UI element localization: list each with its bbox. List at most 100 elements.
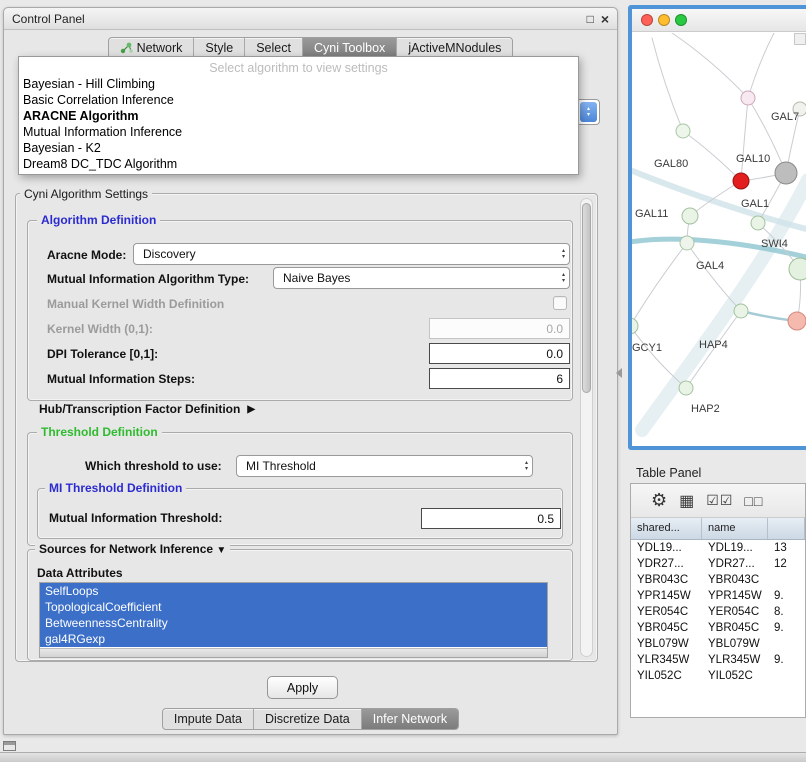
table-row[interactable]: YDL19...YDL19...13	[631, 540, 805, 556]
manual-kernel-width-checkbox[interactable]	[553, 296, 567, 310]
table-cell[interactable]: YBR043C	[702, 572, 768, 588]
network-node[interactable]	[751, 216, 765, 230]
which-threshold-combo[interactable]: MI Threshold ▴▾	[236, 455, 533, 477]
hub-definition-toggle[interactable]: Hub/Transcription Factor Definition ▶	[39, 402, 255, 416]
algorithm-option[interactable]: Dream8 DC_TDC Algorithm	[19, 156, 578, 172]
network-node[interactable]	[676, 124, 690, 138]
column-header[interactable]: name	[702, 518, 768, 539]
tab-impute-data[interactable]: Impute Data	[163, 709, 254, 729]
zoom-traffic-light[interactable]	[675, 14, 687, 26]
table-cell[interactable]: 9.	[768, 588, 805, 604]
table-cell[interactable]	[768, 668, 805, 684]
settings-scrollbar[interactable]	[580, 198, 593, 657]
network-node[interactable]	[733, 173, 749, 189]
table-row[interactable]: YDR27...YDR27...12	[631, 556, 805, 572]
minimized-panel-icon[interactable]	[3, 741, 16, 751]
hide-columns-icon[interactable]: □□	[744, 493, 763, 509]
network-node[interactable]	[775, 162, 797, 184]
show-checked-columns-icon[interactable]: ☑☑	[706, 492, 733, 509]
settings-gear-icon[interactable]: ⚙	[651, 490, 668, 511]
tab-discretize-data[interactable]: Discretize Data	[254, 709, 362, 729]
mi-threshold-input[interactable]	[421, 508, 561, 529]
algorithm-option[interactable]: Basic Correlation Inference	[19, 92, 578, 108]
table-cell[interactable]: YBR045C	[702, 620, 768, 636]
network-edge[interactable]	[741, 98, 748, 181]
control-panel-titlebar[interactable]: Control Panel □×	[4, 8, 617, 30]
table-row[interactable]: YPR145WYPR145W9.	[631, 588, 805, 604]
table-cell[interactable]: YPR145W	[631, 588, 702, 604]
table-cell[interactable]: YDL19...	[631, 540, 702, 556]
table-cell[interactable]: 8.	[768, 604, 805, 620]
network-window-titlebar[interactable]	[632, 9, 806, 32]
sources-group-title[interactable]: Sources for Network Inference ▼	[35, 542, 230, 556]
table-cell[interactable]: YER054C	[702, 604, 768, 620]
table-cell[interactable]: YER054C	[631, 604, 702, 620]
network-edge[interactable]	[748, 33, 774, 98]
table-cell[interactable]: YPR145W	[702, 588, 768, 604]
network-node[interactable]	[788, 312, 806, 330]
table-cell[interactable]: YBL079W	[702, 636, 768, 652]
column-chooser-icon[interactable]: ▦	[679, 491, 695, 511]
dpi-tolerance-input[interactable]	[429, 343, 570, 364]
network-node[interactable]	[682, 208, 698, 224]
table-row[interactable]: YBR043CYBR043C	[631, 572, 805, 588]
network-edge[interactable]	[632, 243, 687, 326]
table-cell[interactable]: YBR043C	[631, 572, 702, 588]
tab-infer-network[interactable]: Infer Network	[362, 709, 458, 729]
column-header[interactable]	[768, 518, 805, 539]
table-cell[interactable]: YIL052C	[702, 668, 768, 684]
table-cell[interactable]: YDR27...	[702, 556, 768, 572]
table-cell[interactable]: YBR045C	[631, 620, 702, 636]
algorithm-option[interactable]: ARACNE Algorithm	[19, 108, 578, 124]
table-cell[interactable]: 9.	[768, 620, 805, 636]
attribute-item[interactable]: SelfLoops	[40, 583, 547, 599]
table-row[interactable]: YIL052CYIL052C	[631, 668, 805, 684]
network-node[interactable]	[679, 381, 693, 395]
table-row[interactable]: YLR345WYLR345W9.	[631, 652, 805, 668]
attribute-item[interactable]: BetweennessCentrality	[40, 615, 547, 631]
table-row[interactable]: YBL079WYBL079W	[631, 636, 805, 652]
close-traffic-light[interactable]	[641, 14, 653, 26]
table-row[interactable]: YER054CYER054C8.	[631, 604, 805, 620]
mi-steps-input[interactable]	[429, 368, 570, 389]
table-cell[interactable]: YDR27...	[631, 556, 702, 572]
attribute-item[interactable]: gal4RGexp	[40, 631, 547, 647]
mi-algorithm-type-combo[interactable]: Naive Bayes ▴▾	[273, 267, 570, 289]
network-node[interactable]	[734, 304, 748, 318]
network-edge[interactable]	[672, 33, 748, 98]
float-window-button[interactable]: □	[587, 13, 594, 25]
table-cell[interactable]: YIL052C	[631, 668, 702, 684]
network-svg[interactable]: GAL7GAL80GAL10GAL11GAL1SWI4GAL4GCY1HAP4H…	[632, 33, 806, 447]
network-view-window[interactable]: GAL7GAL80GAL10GAL11GAL1SWI4GAL4GCY1HAP4H…	[628, 5, 806, 450]
table-cell[interactable]: YDL19...	[702, 540, 768, 556]
tab-style[interactable]: Style	[194, 38, 245, 58]
tab-cyni-toolbox[interactable]: Cyni Toolbox	[303, 38, 397, 58]
table-cell[interactable]: YLR345W	[702, 652, 768, 668]
aracne-mode-combo[interactable]: Discovery ▴▾	[133, 243, 570, 265]
tab-select[interactable]: Select	[245, 38, 303, 58]
table-cell[interactable]: 13	[768, 540, 805, 556]
algorithm-option[interactable]: Mutual Information Inference	[19, 124, 578, 140]
apply-button[interactable]: Apply	[267, 676, 338, 699]
list-horizontal-scrollbar[interactable]	[40, 648, 547, 657]
attribute-item[interactable]: TopologicalCoefficient	[40, 599, 547, 615]
table-cell[interactable]: YBL079W	[631, 636, 702, 652]
tab-network[interactable]: Network	[109, 38, 195, 58]
network-node[interactable]	[680, 236, 694, 250]
table-row[interactable]: YBR045CYBR045C9.	[631, 620, 805, 636]
table-cell[interactable]: 12	[768, 556, 805, 572]
panel-splitter-handle[interactable]	[616, 368, 622, 378]
tab-jactivemnodules[interactable]: jActiveMNodules	[397, 38, 512, 58]
settings-scrollbar-thumb[interactable]	[582, 203, 591, 393]
minimize-traffic-light[interactable]	[658, 14, 670, 26]
table-cell[interactable]	[768, 572, 805, 588]
algorithm-option[interactable]: Bayesian - K2	[19, 140, 578, 156]
network-node[interactable]	[632, 318, 638, 334]
table-cell[interactable]	[768, 636, 805, 652]
column-header[interactable]: shared...	[631, 518, 702, 539]
network-scroll-corner[interactable]	[794, 33, 806, 45]
network-edge[interactable]	[683, 131, 741, 181]
algorithm-option[interactable]: Bayesian - Hill Climbing	[19, 76, 578, 92]
network-node[interactable]	[789, 258, 806, 280]
table-cell[interactable]: YLR345W	[631, 652, 702, 668]
